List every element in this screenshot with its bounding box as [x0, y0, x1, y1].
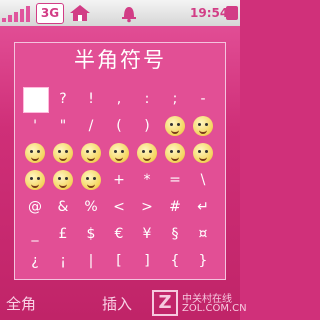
3g-icon: 3G [36, 3, 64, 24]
watermark-logo: Z [152, 290, 178, 316]
bell-icon [118, 3, 140, 23]
emoticon-face-icon [53, 143, 73, 163]
symbol-cell[interactable]: : [135, 87, 159, 111]
emoji-icon[interactable] [107, 141, 131, 165]
symbol-cell[interactable]: , [107, 87, 131, 111]
emoji-icon[interactable] [23, 168, 47, 192]
emoji-icon[interactable] [163, 114, 187, 138]
emoji-icon[interactable] [51, 168, 75, 192]
symbol-cell[interactable]: ¿ [23, 249, 47, 273]
symbol-cell[interactable]: € [107, 222, 131, 246]
symbol-panel: 半角符号 ?!,:; - ' " /() + * = \ @ &% < > # ↵ _ £ $ € ¥ § ¤ ¿ ¡ |[]{… [14, 42, 226, 280]
clock: 19:54 [190, 6, 229, 20]
symbol-cell[interactable]: + [107, 168, 131, 192]
symbol-cell[interactable]: ? [51, 87, 75, 111]
signal-icon [2, 3, 32, 23]
watermark-line2: ZOL.COM.CN [182, 303, 247, 314]
symbol-cell[interactable]: ) [135, 114, 159, 138]
symbol-cell[interactable]: { [163, 249, 187, 273]
symbol-cell[interactable]: } [191, 249, 215, 273]
symbol-cell[interactable]: ] [135, 249, 159, 273]
emoticon-face-icon [53, 170, 73, 190]
softkey-insert[interactable]: 插入 [102, 292, 152, 316]
emoticon-face-icon [165, 143, 185, 163]
symbol-cell[interactable]: ( [107, 114, 131, 138]
symbol-cell[interactable]: % [79, 195, 103, 219]
emoji-icon[interactable] [51, 141, 75, 165]
symbol-cell[interactable]: ¤ [191, 222, 215, 246]
emoticon-face-icon [193, 116, 213, 136]
status-bar: 3G 19:54 [0, 0, 240, 26]
symbol-cell[interactable]: < [107, 195, 131, 219]
emoji-icon[interactable] [79, 168, 103, 192]
battery-icon [226, 6, 238, 20]
selected-symbol-cell[interactable] [23, 87, 49, 113]
symbol-cell[interactable]: $ [79, 222, 103, 246]
symbol-cell[interactable]: > [135, 195, 159, 219]
symbol-cell[interactable]: * [135, 168, 159, 192]
emoticon-face-icon [81, 143, 101, 163]
symbol-cell[interactable]: ; [163, 87, 187, 111]
emoticon-face-icon [109, 143, 129, 163]
symbol-grid: ?!,:; - ' " /() + * = \ @ &% < > # ↵ _ £ $ € ¥ § ¤ ¿ ¡ |[]{} [23, 87, 221, 277]
symbol-cell[interactable]: = [163, 168, 187, 192]
symbol-cell[interactable]: / [79, 114, 103, 138]
symbol-cell[interactable]: # [163, 195, 187, 219]
symbol-cell[interactable]: [ [107, 249, 131, 273]
emoticon-face-icon [193, 143, 213, 163]
symbol-cell[interactable]: | [79, 249, 103, 273]
emoticon-face-icon [25, 170, 45, 190]
softkey-fullwidth[interactable]: 全角 [6, 292, 66, 316]
emoji-icon[interactable] [163, 141, 187, 165]
emoji-icon[interactable] [79, 141, 103, 165]
symbol-cell[interactable]: @ [23, 195, 47, 219]
symbol-cell[interactable]: " [51, 114, 75, 138]
emoticon-face-icon [25, 143, 45, 163]
panel-title: 半角符号 [74, 48, 166, 72]
emoji-icon[interactable] [191, 114, 215, 138]
symbol-cell[interactable]: ' [23, 114, 47, 138]
symbol-cell[interactable]: ↵ [191, 195, 215, 219]
symbol-cell[interactable]: & [51, 195, 75, 219]
symbol-cell[interactable]: § [163, 222, 187, 246]
emoticon-face-icon [81, 170, 101, 190]
symbol-cell[interactable]: - [191, 87, 215, 111]
emoji-icon[interactable] [191, 141, 215, 165]
emoji-icon[interactable] [135, 141, 159, 165]
emoticon-face-icon [165, 116, 185, 136]
home-icon [67, 3, 93, 23]
emoji-icon[interactable] [23, 141, 47, 165]
symbol-cell[interactable]: £ [51, 222, 75, 246]
symbol-cell[interactable]: \ [191, 168, 215, 192]
symbol-cell[interactable]: ¡ [51, 249, 75, 273]
symbol-cell[interactable]: ¥ [135, 222, 159, 246]
watermark: Z 中关村在线 ZOL.COM.CN [152, 288, 247, 318]
symbol-cell[interactable]: ! [79, 87, 103, 111]
symbol-cell[interactable]: _ [23, 222, 47, 246]
emoticon-face-icon [137, 143, 157, 163]
